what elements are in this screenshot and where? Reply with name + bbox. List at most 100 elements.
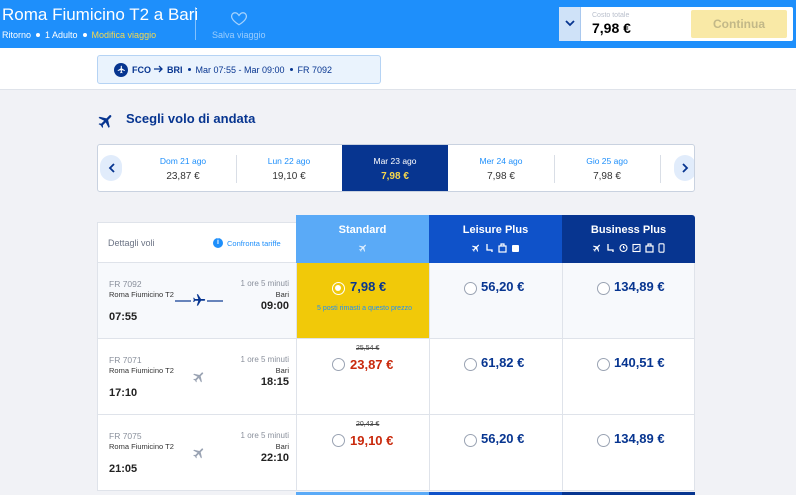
- route-title: Roma Fiumicino T2 a Bari: [2, 5, 199, 24]
- date-option[interactable]: Mer 24 ago 7,98 €: [448, 145, 554, 191]
- fare-option-business-plus[interactable]: 134,89 €: [562, 263, 695, 339]
- separator-dot: [82, 33, 87, 37]
- fare-option-standard[interactable]: 25,54 € 23,87 €: [296, 339, 429, 415]
- fare-option-business-plus[interactable]: 134,89 €: [562, 415, 695, 491]
- fare-price: 134,89 €: [614, 431, 665, 446]
- compare-fares-label: Confronta tariffe: [227, 238, 281, 248]
- fare-option-leisure-plus[interactable]: 61,82 €: [429, 339, 562, 415]
- header-divider: [195, 7, 196, 40]
- fare-header-business-plus: Business Plus: [562, 215, 695, 263]
- separator-dot: [36, 33, 41, 37]
- flight-code: FR 7075: [109, 431, 142, 441]
- seats-left-note: 5 posti rimasti a questo prezzo: [317, 305, 412, 312]
- date-price: 7,98 €: [381, 171, 409, 182]
- carousel-prev-button[interactable]: [100, 155, 122, 181]
- date-label: Mer 24 ago: [479, 156, 523, 166]
- heart-icon[interactable]: [230, 9, 248, 27]
- save-trip-label[interactable]: Salva viaggio: [212, 30, 266, 40]
- fare-radio-selected[interactable]: [332, 282, 345, 295]
- departure-time: 21:05: [109, 463, 138, 475]
- fare-option-standard[interactable]: 7,98 € 5 posti rimasti a questo prezzo: [296, 263, 429, 339]
- date-option[interactable]: Gio 25 ago 7,98 €: [554, 145, 660, 191]
- fare-option-leisure-plus[interactable]: 56,20 €: [429, 263, 562, 339]
- fare-price: 134,89 €: [614, 279, 665, 294]
- fare-name: Leisure Plus: [462, 224, 529, 236]
- plane-icon: [358, 244, 366, 252]
- chevron-left-icon: [108, 163, 115, 173]
- destination-airport: Bari: [275, 290, 289, 299]
- origin-airport: Roma Fiumicino T2: [109, 366, 174, 375]
- arrival-time: 22:10: [260, 452, 289, 464]
- flight-details: FR 7075 Roma Fiumicino T2 21:05 1 ore 5 …: [97, 415, 296, 491]
- compare-fares-link[interactable]: i Confronta tariffe: [213, 238, 281, 248]
- fare-features: [296, 243, 429, 253]
- fare-price: 140,51 €: [614, 355, 665, 370]
- date-price: 23,87 €: [166, 171, 200, 182]
- fare-radio[interactable]: [597, 434, 610, 447]
- date-price: 19,10 €: [272, 171, 306, 182]
- flight-number: FR 7092: [297, 64, 333, 75]
- fare-radio[interactable]: [597, 282, 610, 295]
- destination-code: BRI: [167, 64, 183, 75]
- flight-duration: 1 ore 5 minuti: [240, 279, 289, 288]
- date-label: Dom 21 ago: [159, 156, 207, 166]
- chevron-down-icon: [565, 20, 575, 27]
- date-price: 7,98 €: [487, 171, 515, 182]
- flight-details: FR 7092 Roma Fiumicino T2 07:55 1 ore 5 …: [97, 263, 296, 339]
- fare-table: Dettagli voli i Confronta tariffe Standa…: [97, 215, 695, 495]
- old-price: 25,54 €: [356, 345, 380, 352]
- fare-radio[interactable]: [464, 282, 477, 295]
- plane-icon: [114, 62, 128, 77]
- total-value: 7,98 €: [592, 20, 631, 36]
- flight-summary-chip[interactable]: FCO BRI Mar 07:55 - Mar 09:00 FR 7092: [97, 55, 381, 84]
- bag-icon: [512, 245, 519, 252]
- arrival-time: 18:15: [260, 376, 289, 388]
- fare-radio[interactable]: [464, 358, 477, 371]
- modify-trip-link[interactable]: Modifica viaggio: [92, 30, 157, 40]
- trip-type: Ritorno: [2, 30, 32, 40]
- fare-radio[interactable]: [332, 358, 345, 371]
- arrival-time: 09:00: [260, 300, 289, 312]
- fare-radio[interactable]: [464, 434, 477, 447]
- phone-icon: [658, 243, 665, 253]
- continue-button[interactable]: Continua: [691, 10, 787, 38]
- date-option[interactable]: Lun 22 ago 19,10 €: [236, 145, 342, 191]
- fare-header-standard: Standard: [296, 215, 429, 263]
- date-carousel: Dom 21 ago 23,87 € Lun 22 ago 19,10 € Ma…: [97, 144, 695, 192]
- fare-price: 56,20 €: [481, 431, 525, 446]
- fare-price: 7,98 €: [350, 279, 387, 294]
- total-label: Costo totale: [592, 12, 630, 19]
- old-price: 20,43 €: [356, 421, 380, 428]
- chevron-right-icon: [681, 163, 688, 173]
- fare-features: [562, 243, 695, 253]
- section-title: Scegli volo di andata: [126, 111, 256, 126]
- fare-radio[interactable]: [597, 358, 610, 371]
- fare-price: 19,10 €: [350, 433, 394, 448]
- swap-icon: [632, 243, 641, 253]
- plane-icon: [193, 372, 204, 383]
- date-option-selected[interactable]: Mar 23 ago 7,98 €: [342, 145, 448, 191]
- fare-name: Standard: [338, 224, 387, 236]
- price-breakdown-toggle[interactable]: [559, 7, 581, 41]
- departure-time: 07:55: [109, 311, 138, 323]
- fare-option-standard[interactable]: 20,43 € 19,10 €: [296, 415, 429, 491]
- carousel-next-button[interactable]: [674, 155, 694, 181]
- separator-dot: [289, 68, 293, 71]
- fare-option-leisure-plus[interactable]: 56,20 €: [429, 415, 562, 491]
- plane-icon: [471, 244, 479, 252]
- fare-price: 23,87 €: [350, 357, 394, 372]
- departure-time: 17:10: [109, 387, 138, 399]
- flight-row: FR 7075 Roma Fiumicino T2 21:05 1 ore 5 …: [97, 415, 695, 491]
- fare-option-business-plus[interactable]: 140,51 €: [562, 339, 695, 415]
- fare-price: 56,20 €: [481, 279, 525, 294]
- flight-duration: 1 ore 5 minuti: [240, 431, 289, 440]
- date-option[interactable]: Dom 21 ago 23,87 €: [130, 145, 236, 191]
- origin-airport: Roma Fiumicino T2: [109, 442, 174, 451]
- plane-route-icon: [175, 294, 223, 306]
- plane-icon: [98, 115, 112, 128]
- fare-radio[interactable]: [332, 434, 345, 447]
- info-icon: i: [213, 238, 223, 248]
- fare-features: [429, 243, 562, 253]
- trip-summary: Ritorno 1 Adulto Modifica viaggio: [2, 30, 156, 40]
- plane-icon: [592, 244, 600, 252]
